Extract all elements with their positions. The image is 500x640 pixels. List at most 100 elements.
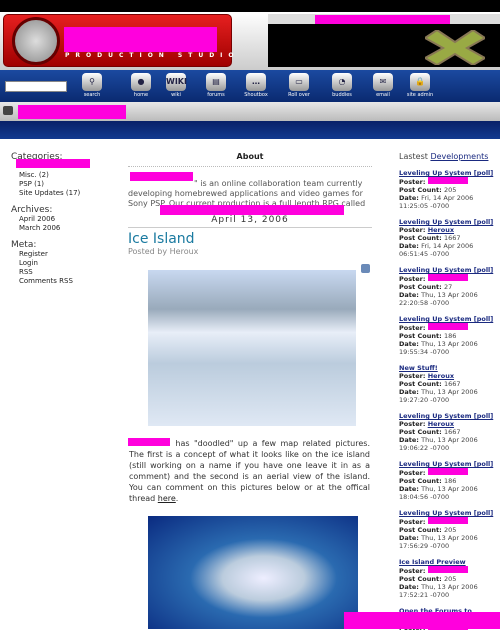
developments-link[interactable]: Developments [430, 152, 488, 161]
nav-label: buddies [332, 92, 352, 98]
post-byline: Posted by Heroux [128, 247, 199, 256]
post-count: 205 [443, 186, 457, 194]
wiki-icon: WIKI [166, 73, 187, 91]
dev-title-link[interactable]: New Stuff! [399, 364, 438, 372]
main-content: About " is an online collaboration team … [128, 152, 372, 256]
redacted [64, 27, 217, 52]
nav-email[interactable]: ✉ email [364, 72, 402, 102]
redacted [16, 159, 90, 168]
dev-item: Leveling Up System [poll] Poster: Post Co… [399, 460, 500, 501]
dev-title-link[interactable]: Ice Island Preview [399, 558, 466, 566]
nav-buddies[interactable]: ◔ buddies [323, 72, 361, 102]
dev-title-link[interactable]: Leveling Up System [poll] [399, 169, 493, 177]
redacted [427, 517, 468, 524]
about-heading: About [128, 152, 372, 167]
dev-title-link[interactable]: Leveling Up System [poll] [399, 315, 493, 323]
nav-wiki[interactable]: WIKI wiki [157, 72, 195, 102]
date-label: Date: [399, 194, 422, 202]
nav-home[interactable]: ● home [122, 72, 160, 102]
poster-label: Poster: [399, 372, 428, 380]
nav-label: site admin [406, 92, 434, 98]
right-sidebar: Lastest Developments Leveling Up System … [399, 152, 500, 640]
post-count: 27 [443, 283, 453, 291]
post-date: Thu, 13 Apr 2006 [421, 485, 478, 493]
nav-label: home [133, 92, 149, 98]
search-input[interactable] [5, 81, 67, 92]
nav-forums[interactable]: ▤ forums [197, 72, 235, 102]
poster-label: Poster: [399, 567, 428, 575]
redacted [344, 612, 500, 629]
nav-search[interactable]: ⚲ search [73, 72, 111, 102]
folder-icon: ▭ [289, 73, 309, 91]
ice-island-concept-image[interactable] [148, 270, 356, 426]
nav-label: Roll over [288, 92, 310, 98]
category-link[interactable]: Misc. (2) [11, 171, 121, 180]
poster-label: Poster: [399, 178, 428, 186]
poster-link[interactable]: Heroux [428, 226, 454, 234]
poster-link[interactable]: Heroux [428, 420, 454, 428]
top-bar [0, 0, 500, 12]
poster-label: Poster: [399, 275, 428, 283]
archive-link[interactable]: April 2006 [11, 215, 121, 224]
archive-link[interactable]: March 2006 [11, 224, 121, 233]
archives-heading: Archives: [11, 205, 53, 215]
poster-label: Poster: [399, 324, 428, 332]
post-count: 1667 [443, 380, 461, 388]
post-date: Fri, 14 Apr 2006 [421, 194, 474, 202]
meta-link[interactable]: RSS [11, 268, 121, 277]
dev-heading: Lastest [399, 152, 431, 161]
dev-item: Leveling Up System [poll] Poster: Post Co… [399, 509, 500, 550]
dev-title-link[interactable]: Leveling Up System [poll] [399, 460, 493, 468]
post-count: 205 [443, 575, 457, 583]
redacted [128, 438, 170, 446]
post-date: Thu, 13 Apr 2006 [421, 340, 478, 348]
nav-label: search [83, 92, 101, 98]
category-link[interactable]: PSP (1) [11, 180, 121, 189]
date-label: Date: [399, 340, 422, 348]
meta-link[interactable]: Login [11, 259, 121, 268]
dev-item: Leveling Up System [poll] Poster: Heroux P… [399, 412, 500, 452]
category-link[interactable]: Site Updates (17) [11, 189, 121, 198]
nav-roll-over[interactable]: ▭ Roll over [280, 72, 318, 102]
post-date: Thu, 13 Apr 2006 [421, 534, 478, 542]
post-time: 17:56:29 -0700 [399, 542, 450, 550]
date-label: Date: [399, 534, 422, 542]
post-count: 1667 [443, 428, 461, 436]
post-count: 186 [443, 332, 457, 340]
thread-link[interactable]: here [158, 494, 176, 503]
home-icon: ● [131, 73, 151, 91]
post-count: 1667 [443, 234, 461, 242]
post-time: 22:20:58 -0700 [399, 299, 450, 307]
post-time: 18:04:56 -0700 [399, 493, 450, 501]
post-body: has "doodled" up a few map related pictu… [129, 438, 370, 504]
nav-label: Shoutbox [244, 92, 268, 98]
dev-title-link[interactable]: Leveling Up System [poll] [399, 266, 493, 274]
buddies-icon: ◔ [332, 73, 352, 91]
dev-item: Leveling Up System [poll] Poster: Post Co… [399, 169, 500, 210]
post-title[interactable]: Ice Island [128, 231, 372, 247]
post-date: Thu, 13 Apr 2006 [421, 388, 478, 396]
post-time: 11:25:05 -0700 [399, 202, 450, 210]
count-label: Post Count: [399, 477, 444, 485]
poster-label: Poster: [399, 518, 428, 526]
post-date: Thu, 13 Apr 2006 [421, 291, 478, 299]
redacted [130, 172, 193, 181]
meta-link[interactable]: Comments RSS [11, 277, 121, 286]
print-icon[interactable] [361, 264, 370, 273]
nav-label: forums [207, 92, 225, 98]
poster-label: Poster: [399, 469, 428, 477]
redacted [18, 105, 126, 119]
dev-title-link[interactable]: Leveling Up System [poll] [399, 218, 493, 226]
post-time: 19:27:20 -0700 [399, 396, 450, 404]
ice-island-aerial-image[interactable] [148, 516, 358, 629]
poster-link[interactable]: Heroux [428, 372, 454, 380]
post-date: April 13, 2006 [128, 215, 372, 228]
nav-site-admin[interactable]: 🔒 site admin [401, 72, 439, 102]
meta-link[interactable]: Register [11, 250, 121, 259]
dev-title-link[interactable]: Leveling Up System [poll] [399, 412, 493, 420]
redacted [427, 566, 468, 573]
post-time: 19:55:34 -0700 [399, 348, 450, 356]
nav-shoutbox[interactable]: … Shoutbox [237, 72, 275, 102]
post-count: 186 [443, 477, 457, 485]
dev-title-link[interactable]: Leveling Up System [poll] [399, 509, 493, 517]
